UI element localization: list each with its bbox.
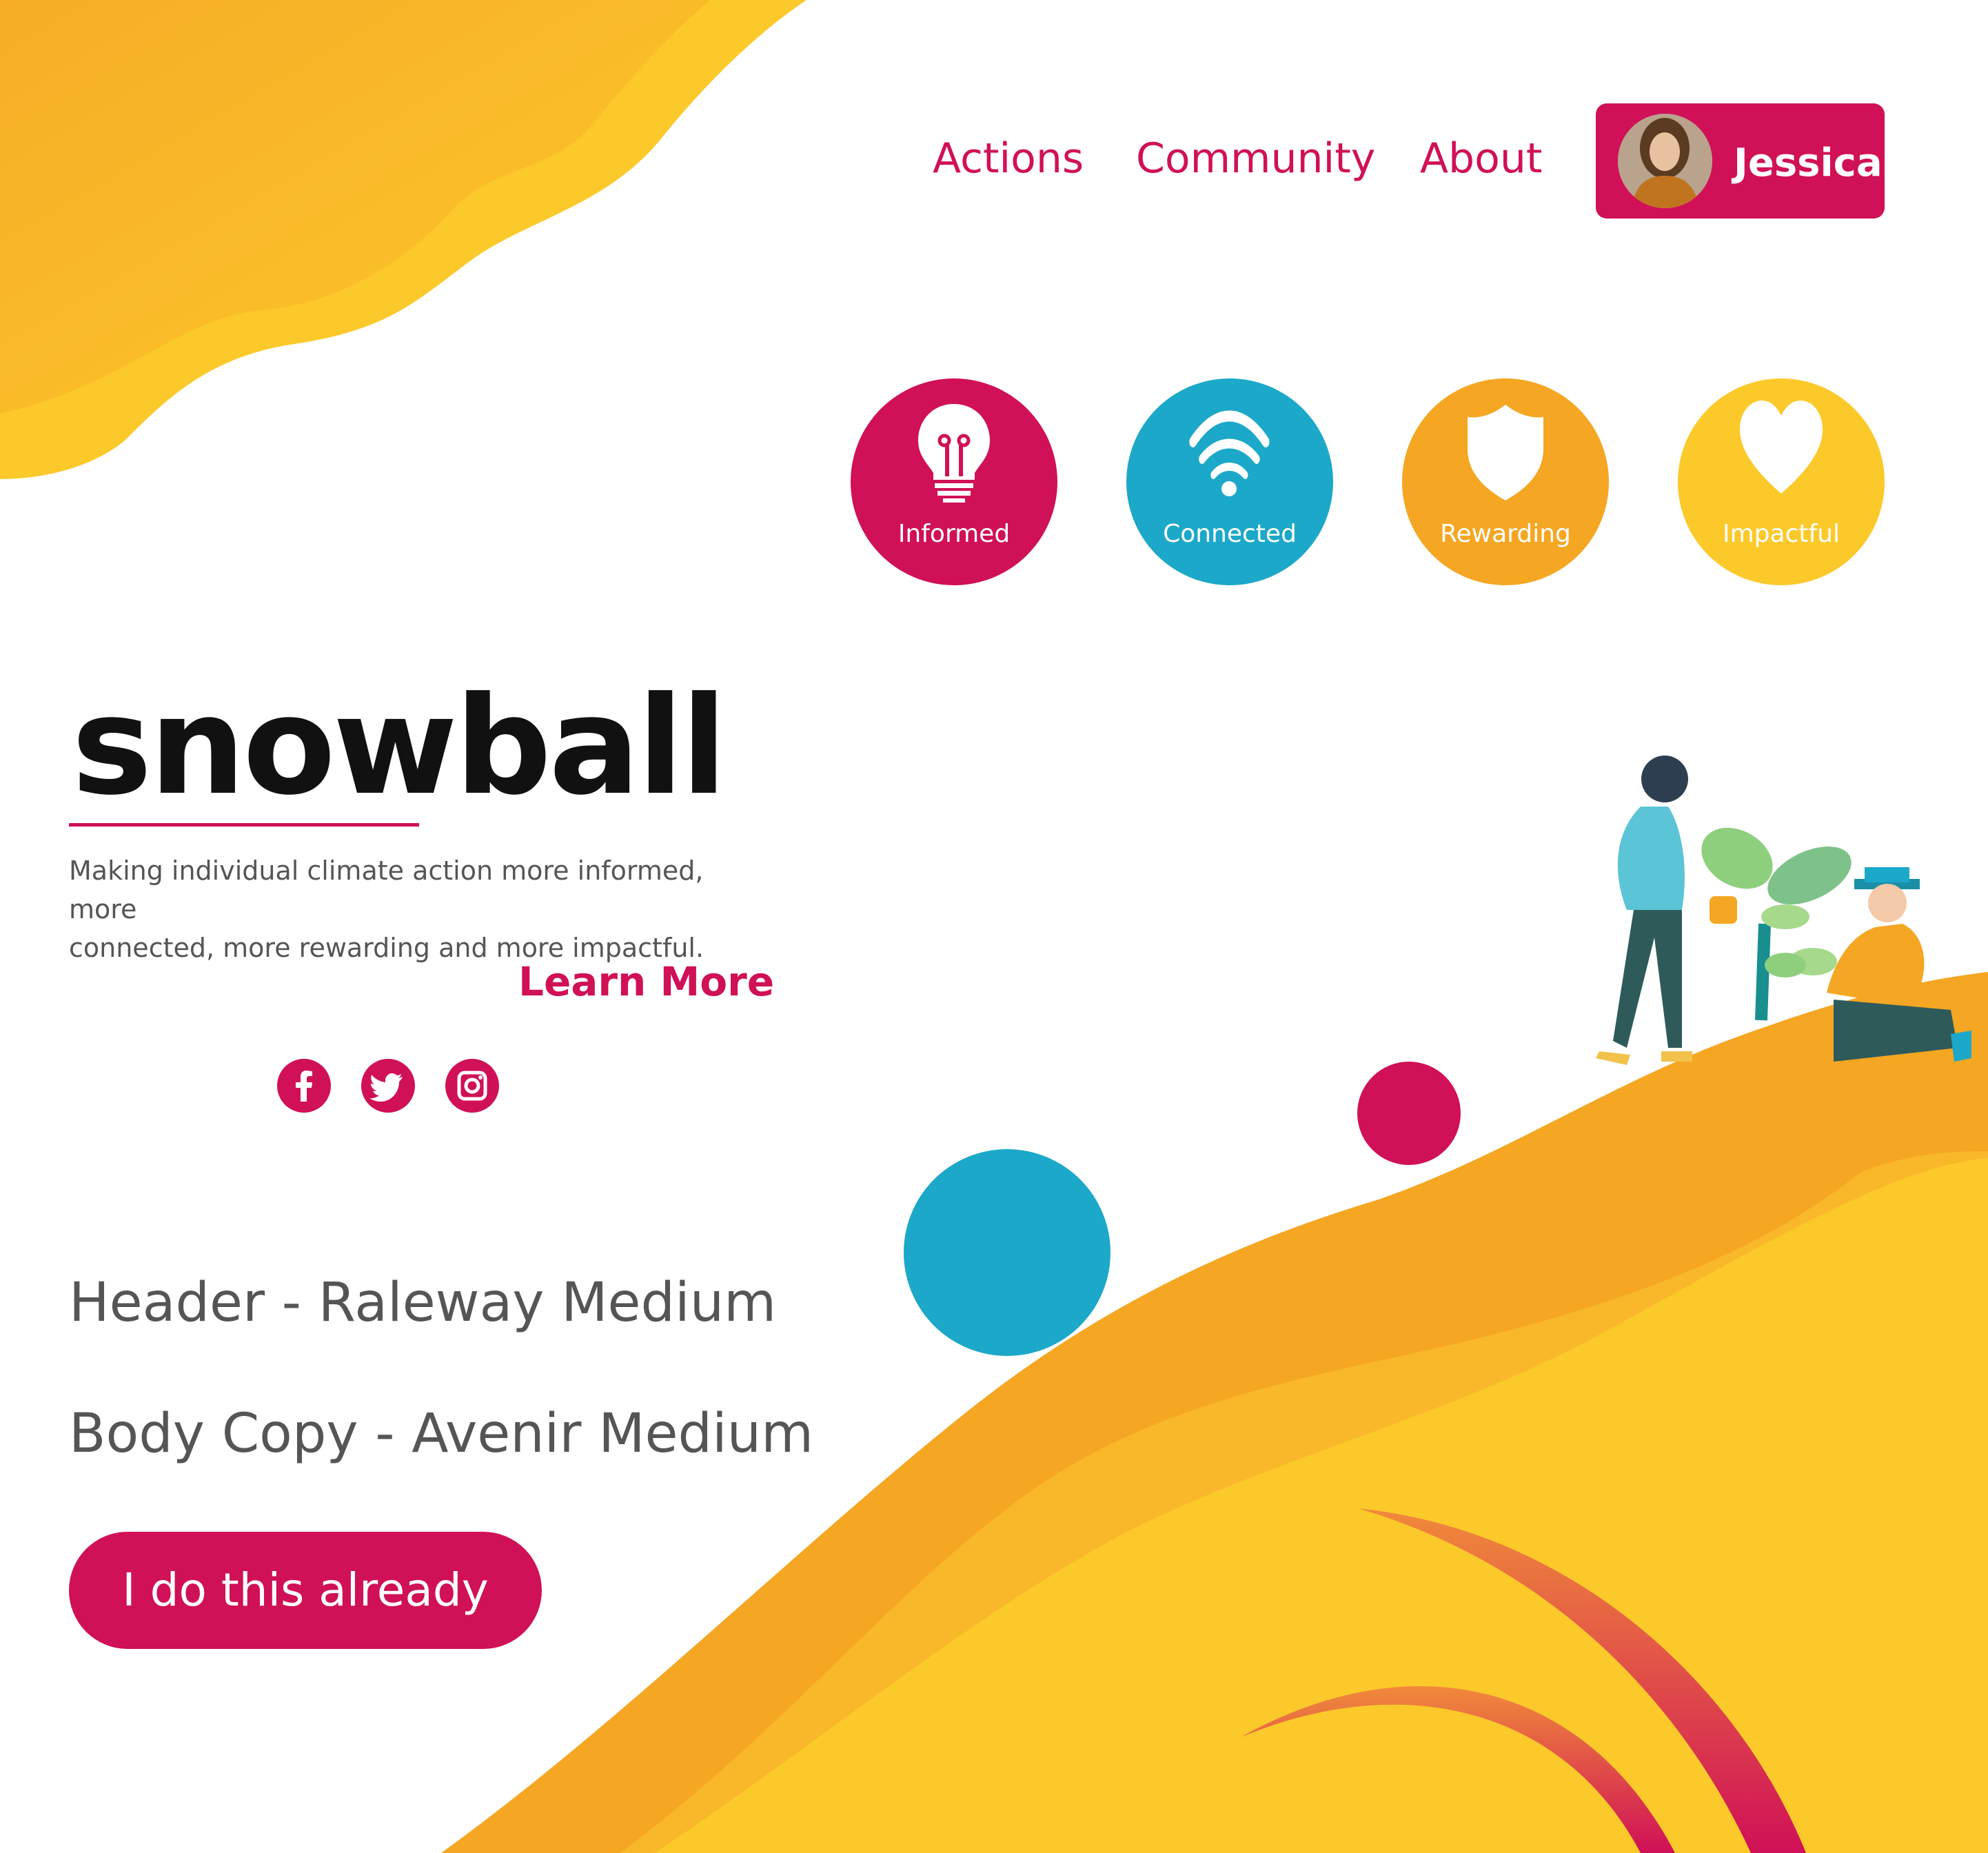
lightbulb-icon — [918, 404, 990, 503]
header-font-spec: Header - Raleway Medium — [69, 1272, 777, 1334]
feature-connected[interactable]: Connected — [1126, 378, 1333, 585]
twitter-button[interactable] — [361, 1059, 415, 1113]
shield-icon — [1468, 405, 1543, 500]
learn-more-link[interactable]: Learn More — [518, 958, 774, 1005]
pink-dot — [1357, 1062, 1461, 1165]
feature-informed[interactable]: Informed — [851, 378, 1057, 585]
avatar — [1618, 114, 1712, 208]
twitter-icon — [369, 1073, 403, 1102]
feature-label: Informed — [897, 520, 1011, 548]
avatar-image — [1618, 114, 1712, 208]
nav-link-about[interactable]: About — [1420, 134, 1542, 183]
feature-label: Connected — [1163, 520, 1297, 548]
gardeners-illustration — [1596, 756, 1971, 1065]
heart-icon — [1740, 401, 1823, 494]
body-font-spec: Body Copy - Avenir Medium — [69, 1403, 814, 1465]
nav-link-actions[interactable]: Actions — [933, 134, 1084, 183]
user-name: Jessica — [1734, 141, 1883, 185]
instagram-button[interactable] — [445, 1059, 499, 1113]
wifi-icon — [1189, 410, 1270, 496]
tagline-line-1: Making individual climate action more in… — [69, 855, 704, 924]
feature-rewarding[interactable]: Rewarding — [1402, 378, 1609, 585]
tagline: Making individual climate action more in… — [69, 851, 758, 967]
instagram-icon — [457, 1071, 487, 1101]
blue-dot — [904, 1149, 1110, 1356]
top-left-wave-inner — [0, 0, 710, 414]
nav-link-community[interactable]: Community — [1136, 134, 1375, 183]
logo-underline — [69, 823, 419, 827]
i-do-this-already-button[interactable]: I do this already — [69, 1532, 542, 1649]
feature-impactful[interactable]: Impactful — [1678, 378, 1885, 585]
facebook-icon — [296, 1071, 312, 1102]
user-profile-button[interactable]: Jessica — [1596, 103, 1885, 219]
facebook-button[interactable] — [277, 1059, 331, 1113]
feature-label: Rewarding — [1440, 520, 1571, 548]
logo-wordmark: snowball — [72, 668, 727, 825]
feature-label: Impactful — [1723, 520, 1840, 548]
